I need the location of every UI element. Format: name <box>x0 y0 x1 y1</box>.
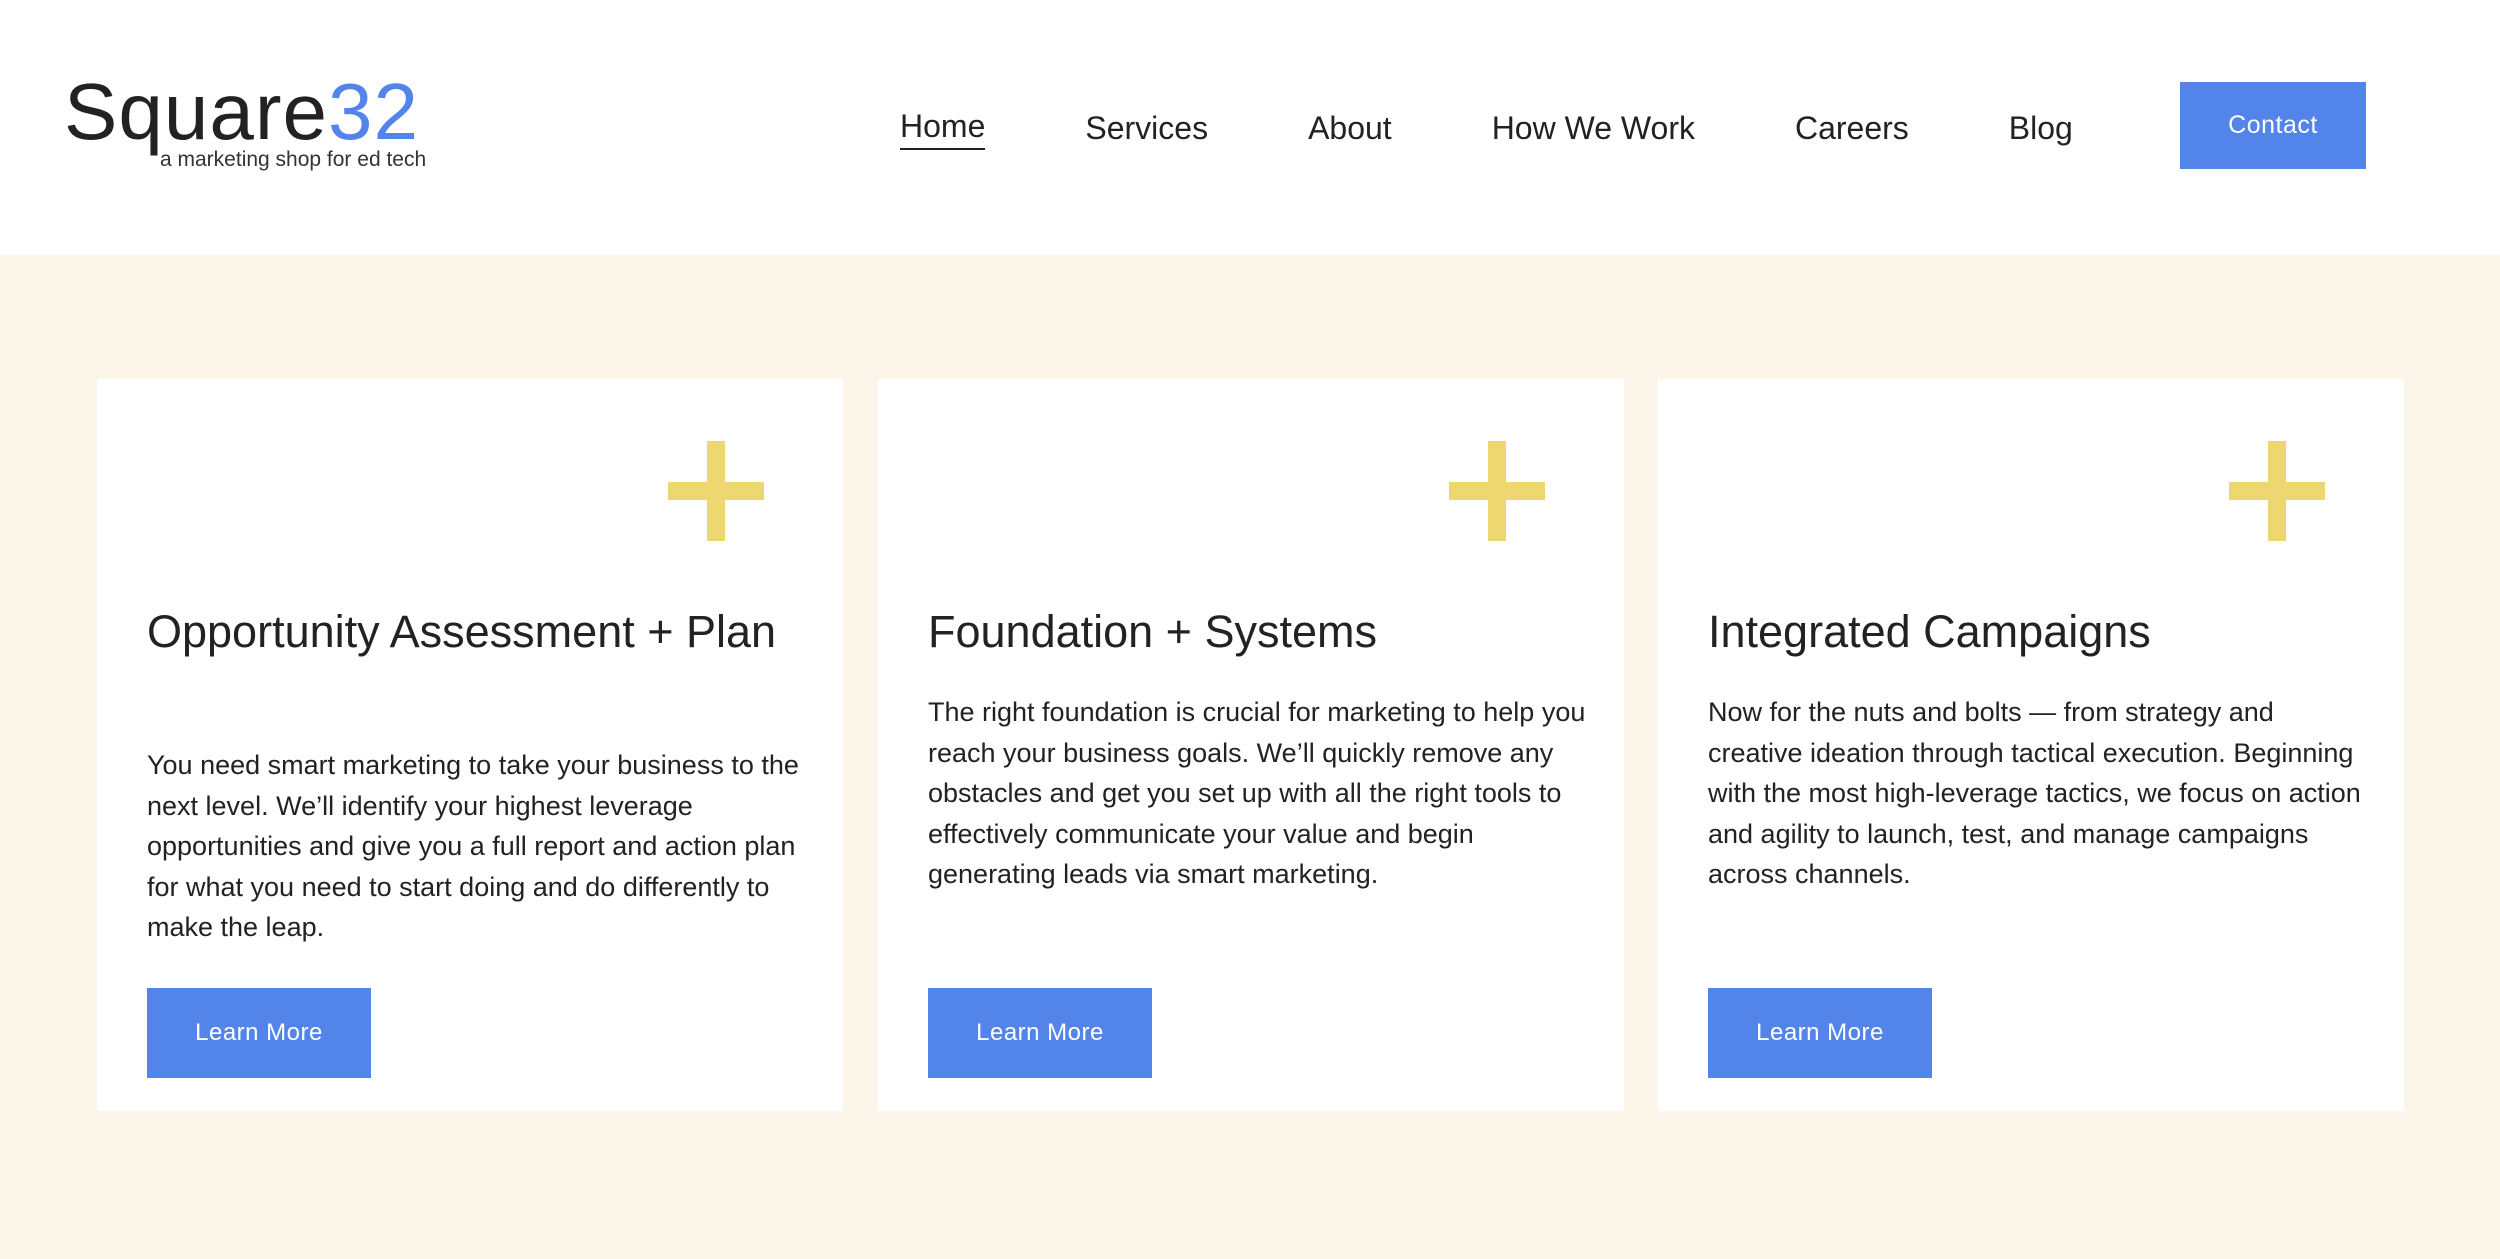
nav-how-we-work[interactable]: How We Work <box>1492 108 1695 148</box>
plus-icon <box>668 441 764 541</box>
services-section: Opportunity Assessment + Plan You need s… <box>0 255 2500 1259</box>
logo-tagline: a marketing shop for ed tech <box>160 148 427 171</box>
logo[interactable]: Square32 a marketing shop for ed tech <box>64 72 464 182</box>
contact-button[interactable]: Contact <box>2180 82 2366 169</box>
learn-more-button[interactable]: Learn More <box>928 988 1152 1078</box>
logo-wordmark: Square32 <box>64 72 419 152</box>
learn-more-button[interactable]: Learn More <box>1708 988 1932 1078</box>
service-card-foundation: Foundation + Systems The right foundatio… <box>878 379 1624 1111</box>
card-description: Now for the nuts and bolts — from strate… <box>1708 697 2361 889</box>
service-card-opportunity: Opportunity Assessment + Plan You need s… <box>97 379 843 1111</box>
plus-icon <box>1449 441 1545 541</box>
nav-services[interactable]: Services <box>1085 108 1208 148</box>
nav-blog[interactable]: Blog <box>2009 108 2073 148</box>
card-description: The right foundation is crucial for mark… <box>928 697 1586 889</box>
card-title: Opportunity Assessment + Plan <box>147 606 777 657</box>
service-card-campaigns: Integrated Campaigns Now for the nuts an… <box>1658 379 2404 1111</box>
nav-careers[interactable]: Careers <box>1795 108 1909 148</box>
nav-home[interactable]: Home <box>900 106 986 150</box>
card-title: Foundation + Systems <box>928 606 1377 657</box>
logo-name: Square <box>64 67 328 156</box>
card-title: Integrated Campaigns <box>1708 606 2151 657</box>
site-header: Square32 a marketing shop for ed tech Ho… <box>0 0 2500 255</box>
learn-more-button[interactable]: Learn More <box>147 988 371 1078</box>
card-description: You need smart marketing to take your bu… <box>147 750 799 942</box>
nav-about[interactable]: About <box>1308 108 1392 148</box>
plus-icon <box>2229 441 2325 541</box>
main-nav: Home Services About How We Work Careers … <box>900 104 2073 152</box>
logo-number: 32 <box>327 67 419 156</box>
